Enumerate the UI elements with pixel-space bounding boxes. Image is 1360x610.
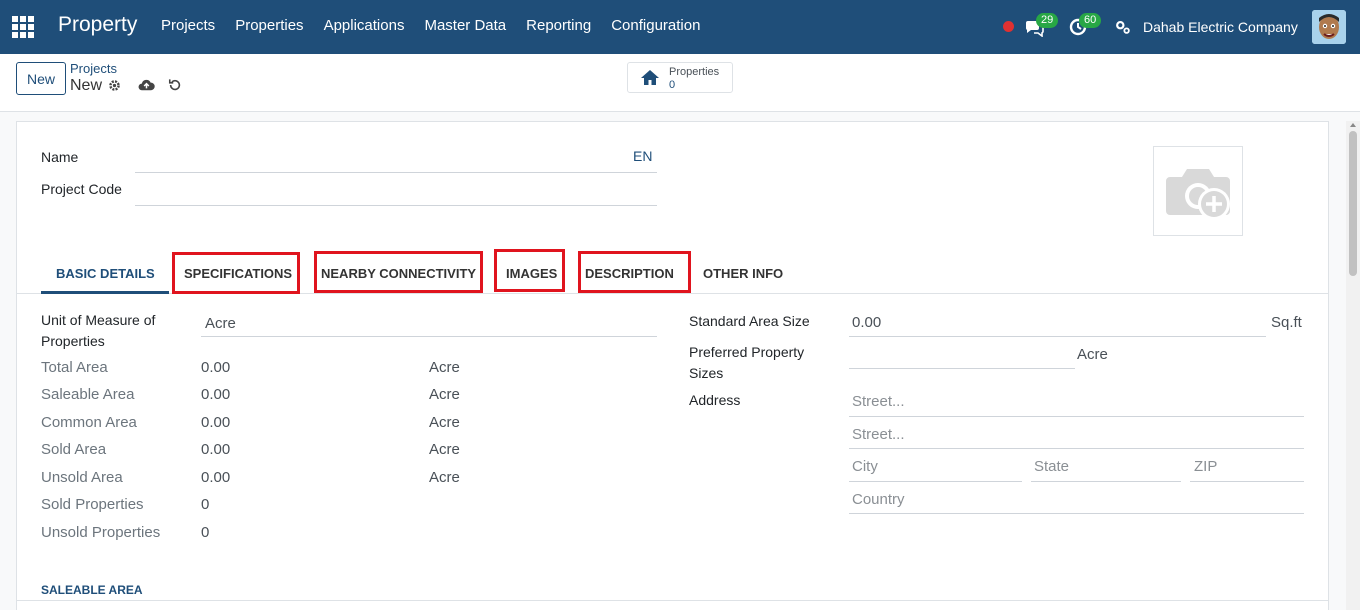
zip-input[interactable]: ZIP bbox=[1194, 458, 1217, 475]
apps-grid-icon[interactable] bbox=[12, 16, 34, 38]
menu-item-configuration[interactable]: Configuration bbox=[611, 17, 700, 34]
total-area-unit: Acre bbox=[429, 359, 460, 376]
common-area-label: Common Area bbox=[41, 414, 137, 431]
sold-area-value: 0.00 bbox=[201, 441, 231, 458]
language-toggle[interactable]: EN bbox=[633, 148, 652, 164]
company-name[interactable]: Dahab Electric Company bbox=[1143, 19, 1298, 35]
preferred-sizes-underline bbox=[849, 368, 1075, 369]
saleable-area-value: 0.00 bbox=[201, 386, 231, 403]
highlight-box-nearby-connectivity bbox=[314, 251, 483, 293]
street-underline bbox=[849, 416, 1304, 417]
messages-count-badge: 29 bbox=[1036, 13, 1059, 28]
new-button[interactable]: New bbox=[16, 62, 66, 95]
common-area-value: 0.00 bbox=[201, 414, 231, 431]
saleable-area-unit: Acre bbox=[429, 386, 460, 403]
menu-item-projects[interactable]: Projects bbox=[161, 17, 215, 34]
unsold-area-label: Unsold Area bbox=[41, 469, 123, 486]
state-underline bbox=[1031, 481, 1181, 482]
properties-smart-button[interactable]: Properties 0 bbox=[627, 62, 733, 93]
active-tab-indicator bbox=[41, 291, 169, 294]
recording-indicator-icon[interactable] bbox=[1003, 21, 1014, 32]
name-label: Name bbox=[41, 149, 79, 165]
preferred-sizes-unit: Acre bbox=[1077, 346, 1108, 363]
standard-area-underline bbox=[849, 336, 1266, 337]
menu-item-properties[interactable]: Properties bbox=[235, 17, 303, 34]
preferred-sizes-input[interactable] bbox=[849, 344, 1075, 368]
scroll-up-icon[interactable] bbox=[1350, 123, 1356, 127]
uom-underline bbox=[201, 336, 657, 337]
activities-count-badge: 60 bbox=[1079, 13, 1102, 28]
sold-area-unit: Acre bbox=[429, 441, 460, 458]
highlight-box-images bbox=[494, 249, 565, 292]
section-divider bbox=[17, 600, 1328, 601]
highlight-box-description bbox=[578, 251, 691, 293]
street-input[interactable]: Street... bbox=[852, 393, 905, 410]
sold-area-label: Sold Area bbox=[41, 441, 107, 458]
user-avatar[interactable] bbox=[1312, 10, 1346, 44]
menu-item-reporting[interactable]: Reporting bbox=[526, 17, 591, 34]
name-underline bbox=[135, 172, 657, 173]
top-navbar: Property Projects Properties Application… bbox=[0, 0, 1360, 54]
project-image-upload[interactable] bbox=[1153, 146, 1243, 236]
main-menu: Projects Properties Applications Master … bbox=[161, 17, 720, 34]
gear-icon[interactable] bbox=[108, 79, 121, 92]
zip-underline bbox=[1190, 481, 1304, 482]
tab-basic-details[interactable]: BASIC DETAILS bbox=[56, 266, 155, 281]
standard-area-input[interactable]: 0.00 bbox=[852, 314, 881, 331]
address-label: Address bbox=[689, 392, 741, 408]
sold-properties-value: 0 bbox=[201, 496, 210, 513]
tab-other-info[interactable]: OTHER INFO bbox=[703, 266, 783, 281]
breadcrumb-parent[interactable]: Projects bbox=[70, 61, 117, 76]
total-area-label: Total Area bbox=[41, 359, 108, 376]
unsold-properties-value: 0 bbox=[201, 524, 210, 541]
saleable-area-label: Saleable Area bbox=[41, 386, 135, 403]
country-select[interactable]: Country bbox=[852, 491, 905, 508]
country-underline bbox=[849, 513, 1304, 514]
cloud-save-icon[interactable] bbox=[138, 78, 155, 93]
common-area-unit: Acre bbox=[429, 414, 460, 431]
standard-area-unit: Sq.ft bbox=[1271, 314, 1302, 331]
breadcrumb-current: New bbox=[70, 77, 103, 94]
unsold-area-unit: Acre bbox=[429, 469, 460, 486]
scrollbar[interactable] bbox=[1346, 121, 1360, 610]
city-underline bbox=[849, 481, 1022, 482]
project-code-underline bbox=[135, 205, 657, 206]
smart-button-label: Properties bbox=[669, 66, 720, 78]
company-switch-icon[interactable] bbox=[1114, 18, 1132, 36]
saleable-area-section-title: SALEABLE AREA bbox=[41, 583, 143, 597]
menu-item-master-data[interactable]: Master Data bbox=[424, 17, 506, 34]
unsold-properties-label: Unsold Properties bbox=[41, 524, 161, 541]
street2-input[interactable]: Street... bbox=[852, 426, 905, 443]
preferred-sizes-label-line2: Sizes bbox=[689, 365, 724, 381]
standard-area-label: Standard Area Size bbox=[689, 313, 810, 329]
city-input[interactable]: City bbox=[852, 458, 878, 475]
project-code-input[interactable] bbox=[135, 177, 657, 204]
menu-item-applications[interactable]: Applications bbox=[324, 17, 405, 34]
uom-select[interactable]: Acre bbox=[205, 315, 236, 332]
uom-label-line1: Unit of Measure of bbox=[41, 312, 156, 328]
total-area-value: 0.00 bbox=[201, 359, 231, 376]
name-input[interactable] bbox=[135, 145, 657, 171]
preferred-sizes-label-line1: Preferred Property bbox=[689, 344, 805, 360]
discard-undo-icon[interactable] bbox=[168, 78, 182, 92]
highlight-box-specifications bbox=[172, 252, 300, 294]
control-panel: New Projects New Properties 0 bbox=[0, 54, 1360, 112]
app-brand[interactable]: Property bbox=[58, 13, 137, 37]
unsold-area-value: 0.00 bbox=[201, 469, 231, 486]
project-code-label: Project Code bbox=[41, 181, 122, 197]
uom-label-line2: Properties bbox=[41, 333, 105, 349]
camera-add-icon bbox=[1166, 169, 1230, 220]
scrollbar-thumb[interactable] bbox=[1349, 131, 1357, 276]
smart-button-value: 0 bbox=[669, 79, 676, 91]
street2-underline bbox=[849, 448, 1304, 449]
home-icon bbox=[641, 70, 659, 85]
sold-properties-label: Sold Properties bbox=[41, 496, 144, 513]
state-select[interactable]: State bbox=[1034, 458, 1069, 475]
